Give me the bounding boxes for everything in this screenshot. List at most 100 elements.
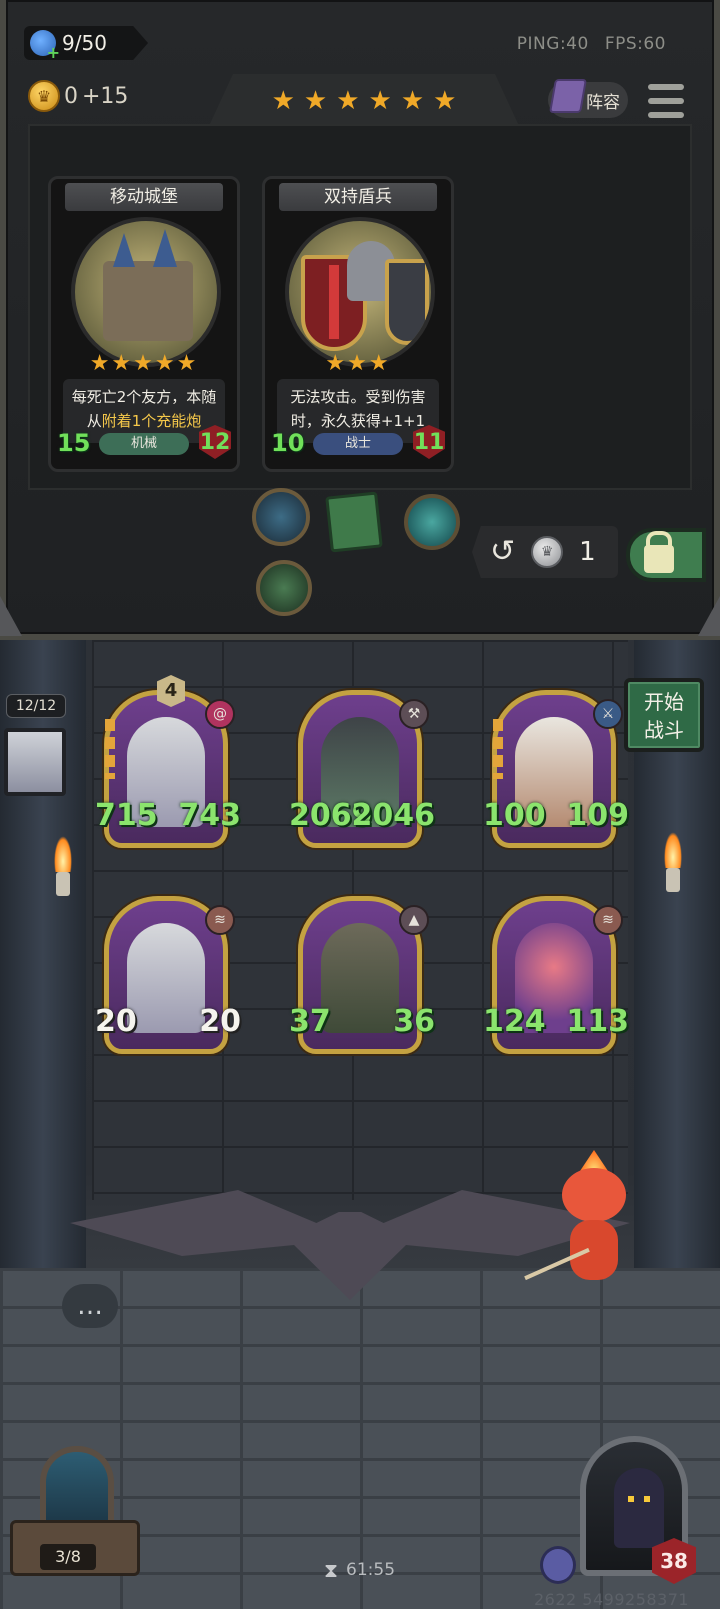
shop-card-dual-shield-soldier[interactable]: 双持盾兵 ★★★ 无法攻击。受到伤害时，永久获得+1+1 10 战士 11 — [262, 176, 454, 472]
gold-coin-icon: ♛ — [28, 80, 60, 112]
gem-column — [493, 719, 503, 779]
board-minion[interactable]: ⚔ 100 109 — [483, 690, 629, 848]
gold-amount: 0 — [64, 83, 78, 109]
card-health: 12 — [199, 425, 231, 459]
tier-star-icon: ★ — [303, 86, 328, 116]
minion-health: 2046 — [351, 798, 436, 833]
card-portrait — [285, 217, 435, 367]
hourglass-icon: ⧗ — [324, 1558, 339, 1582]
round-timer: ⧗ 61:55 — [324, 1558, 395, 1582]
card-attack: 15 — [57, 429, 91, 457]
board-minion[interactable]: ⚒ 2069 2046 — [289, 690, 435, 848]
unlock-icon — [644, 531, 674, 573]
tier-star-icon: ★ — [271, 86, 295, 116]
shield-illustration — [385, 259, 429, 345]
tier-star-icon: ★ — [368, 86, 392, 116]
tavern-count: 3/8 — [40, 1544, 96, 1570]
board-minion[interactable]: ▲ 37 36 — [289, 896, 435, 1054]
card-name: 移动城堡 — [65, 183, 223, 211]
card-tribe: 战士 — [313, 433, 403, 455]
card-description-keyword: 充能炮 — [156, 412, 202, 430]
tier-star-icon: ★ — [400, 86, 425, 116]
board-minion[interactable]: 4 @ 715 743 — [95, 675, 241, 848]
shop-card-mobile-fortress[interactable]: 移动城堡 ★★★★★ 每死亡2个友方，本随从附着1个充能炮 15 机械 12 — [48, 176, 240, 472]
minion-attack: 20 — [95, 1004, 137, 1039]
fortress-illustration — [103, 261, 193, 341]
deck-counter: 12/12 — [6, 694, 66, 718]
refresh-cost: 1 — [579, 537, 596, 567]
lineup-book-icon — [549, 79, 587, 113]
gold-income: +15 — [82, 83, 129, 109]
claw-icon: ≋ — [593, 905, 623, 935]
card-name: 双持盾兵 — [279, 183, 437, 211]
minion-health: 36 — [393, 1004, 435, 1039]
minion-attack: 100 — [483, 798, 546, 833]
ping-readout: PING:40 — [516, 34, 589, 54]
menu-button[interactable] — [648, 84, 684, 118]
candle-torch-icon — [658, 832, 688, 892]
card-health: 11 — [413, 425, 445, 459]
bat-demon-illustration — [321, 923, 399, 1033]
tier-star-icon: ★ — [433, 86, 457, 116]
lineup-button[interactable]: 阵容 — [548, 79, 628, 118]
reaper-illustration — [614, 1468, 664, 1548]
fps-readout: FPS:60 — [604, 34, 666, 54]
chat-bubble-icon: … — [77, 1291, 103, 1321]
lock-shop-button[interactable] — [626, 528, 706, 582]
priestess-illustration — [127, 923, 205, 1033]
start-battle-button[interactable]: 开始 战斗 — [624, 678, 704, 752]
level-badge: 4 — [157, 675, 185, 707]
hero-body — [570, 1220, 618, 1280]
card-stars: ★★★ — [325, 351, 391, 376]
hero-head — [562, 1168, 626, 1222]
minion-attack: 124 — [483, 1004, 546, 1039]
start-battle-label: 战斗 — [644, 718, 684, 742]
sword-icon: ⚔ — [593, 699, 623, 729]
tier-star-icon: ★ — [336, 86, 360, 116]
refresh-icon: ↺ — [490, 534, 516, 569]
lineup-label: 阵容 — [586, 92, 620, 113]
deck-portrait[interactable] — [4, 728, 66, 796]
card-description-highlight: 附着1个 — [101, 412, 157, 430]
match-id: 2622 5499258371 — [534, 1590, 690, 1609]
fire-imp-hero — [524, 1150, 632, 1300]
minion-health: 20 — [199, 1004, 241, 1039]
menu-icon-bar — [648, 84, 684, 90]
minion-health: 743 — [178, 798, 241, 833]
card-description-text: 无法攻击。受到伤害时，永久获得+1+1 — [290, 388, 426, 430]
minion-health: 113 — [566, 1004, 629, 1039]
silver-coin-icon: ♛ — [531, 536, 564, 568]
card-attack: 10 — [271, 429, 305, 457]
card-portrait — [71, 217, 221, 367]
start-battle-label: 开始 — [644, 690, 684, 714]
board-minion[interactable]: ≋ 20 20 — [95, 896, 241, 1054]
gold-display: ♛ 0 +15 — [28, 80, 128, 112]
candle-torch-icon — [48, 836, 78, 896]
wrench-icon: ⚒ — [399, 699, 429, 729]
card-stars: ★★★★★ — [89, 351, 199, 376]
timer-value: 61:55 — [346, 1560, 396, 1580]
population-icon — [30, 30, 60, 60]
armor-shield-icon — [540, 1546, 576, 1584]
menu-icon-bar — [648, 112, 684, 118]
minion-attack: 715 — [95, 798, 158, 833]
board-minion[interactable]: ≋ 124 113 — [483, 896, 629, 1054]
compass-item-icon[interactable] — [252, 488, 310, 546]
minion-health: 109 — [566, 798, 629, 833]
network-stats: PING:40 FPS:60 — [517, 34, 666, 54]
card-tribe: 机械 — [99, 433, 189, 455]
menu-icon-bar — [648, 98, 684, 104]
wolf-icon: ▲ — [399, 905, 429, 935]
spiral-icon: @ — [205, 699, 235, 729]
mermaid-orb-item-icon[interactable] — [404, 494, 460, 550]
spellbook-item-icon[interactable] — [325, 491, 383, 553]
tavern-tier-stars: ★ ★ ★ ★ ★ ★ — [208, 74, 520, 128]
minion-attack: 37 — [289, 1004, 331, 1039]
population-text: 9/50 — [62, 31, 107, 55]
totem-item-icon[interactable] — [256, 560, 312, 616]
population-counter: 9/50 — [24, 26, 148, 60]
claw-icon: ≋ — [205, 905, 235, 935]
gem-column — [105, 719, 115, 779]
chat-button[interactable]: … — [62, 1284, 118, 1328]
refresh-button[interactable]: ↺ ♛ 1 — [472, 526, 618, 578]
